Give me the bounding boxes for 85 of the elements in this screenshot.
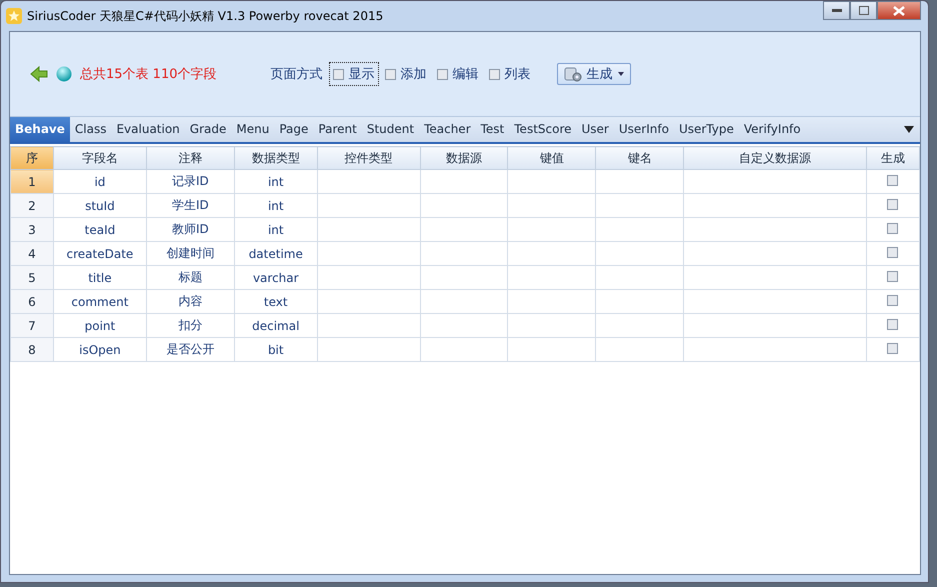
- row-number[interactable]: 6: [10, 290, 54, 314]
- table-cell: 扣分: [146, 314, 234, 338]
- table-cell: 标题: [146, 266, 234, 290]
- table-tab[interactable]: Behave: [10, 117, 70, 142]
- page-mode-label: 页面方式: [270, 66, 322, 83]
- row-number[interactable]: 8: [10, 338, 54, 362]
- table-tab[interactable]: Parent: [313, 117, 362, 142]
- column-header[interactable]: 序: [10, 146, 54, 170]
- close-button[interactable]: [877, 1, 921, 20]
- table-tab[interactable]: Grade: [184, 117, 232, 142]
- table-cell: varchar: [234, 266, 318, 290]
- table-tab[interactable]: Teacher: [419, 117, 476, 142]
- row-number[interactable]: 2: [10, 194, 54, 218]
- table-cell: point: [53, 314, 146, 338]
- table-cell: int: [234, 170, 318, 194]
- column-header[interactable]: 键值: [508, 146, 596, 170]
- window-title: SiriusCoder 天狼星C#代码小妖精 V1.3 Powerby rovecat 2015: [27, 8, 384, 24]
- table-tab[interactable]: Class: [70, 117, 112, 142]
- row-number[interactable]: 4: [10, 242, 54, 266]
- column-header[interactable]: 数据源: [420, 146, 508, 170]
- table-cell: teaId: [53, 218, 146, 242]
- table-cell: 记录ID: [146, 170, 234, 194]
- table-tab[interactable]: Evaluation: [111, 117, 185, 142]
- minimize-button[interactable]: [823, 1, 850, 20]
- column-header[interactable]: 数据类型: [234, 146, 318, 170]
- table-cell: decimal: [234, 314, 318, 338]
- generate-checkbox[interactable]: [887, 222, 898, 234]
- table-cell: text: [234, 290, 318, 314]
- summary-text: 总共15个表 110个字段: [80, 66, 216, 83]
- caret-icon: [618, 72, 624, 76]
- column-header[interactable]: 注释: [146, 146, 234, 170]
- option-checkbox[interactable]: 添加: [380, 62, 430, 86]
- table-cell: isOpen: [53, 338, 146, 362]
- table-cell: datetime: [234, 242, 318, 266]
- column-header[interactable]: 生成: [866, 146, 920, 170]
- table-tab[interactable]: Test: [476, 117, 510, 142]
- table-cell: int: [234, 218, 318, 242]
- row-number[interactable]: 7: [10, 314, 54, 338]
- dropdown-arrow-icon[interactable]: [904, 126, 914, 133]
- row-number[interactable]: 5: [10, 266, 54, 290]
- table-cell: comment: [53, 290, 146, 314]
- generate-checkbox[interactable]: [887, 318, 898, 330]
- generate-checkbox[interactable]: [887, 294, 898, 306]
- close-icon: [893, 6, 905, 16]
- row-number[interactable]: 3: [10, 218, 54, 242]
- table-cell: bit: [234, 338, 318, 362]
- table-cell: 教师ID: [146, 218, 234, 242]
- generate-checkbox[interactable]: [887, 342, 898, 354]
- table-cell: 学生ID: [146, 194, 234, 218]
- generate-button[interactable]: 生成: [556, 63, 630, 85]
- table-cell: 内容: [146, 290, 234, 314]
- table-tab[interactable]: User: [576, 117, 614, 142]
- table-tab[interactable]: Student: [362, 117, 420, 142]
- option-checkbox[interactable]: 编辑: [432, 62, 482, 86]
- table-cell: createDate: [53, 242, 146, 266]
- table-tab[interactable]: UserType: [674, 117, 739, 142]
- table-tab[interactable]: VerifyInfo: [738, 117, 806, 142]
- table-cell: 创建时间: [146, 242, 234, 266]
- generate-checkbox[interactable]: [887, 270, 898, 282]
- column-header[interactable]: 自定义数据源: [684, 146, 866, 170]
- table-cell: 是否公开: [146, 338, 234, 362]
- row-number[interactable]: 1: [10, 170, 54, 194]
- table-tab[interactable]: Menu: [231, 117, 274, 142]
- column-header[interactable]: 字段名: [53, 146, 146, 170]
- table-cell: stuId: [53, 194, 146, 218]
- generate-checkbox[interactable]: [887, 174, 898, 186]
- table-cell: id: [53, 170, 146, 194]
- maximize-button[interactable]: [850, 1, 877, 20]
- minimize-icon: [832, 8, 842, 12]
- table-tab[interactable]: UserInfo: [614, 117, 674, 142]
- table-tab[interactable]: Page: [274, 117, 314, 142]
- table-tab[interactable]: TestScore: [509, 117, 577, 142]
- column-header[interactable]: 控件类型: [317, 146, 420, 170]
- generate-checkbox[interactable]: [887, 246, 898, 258]
- option-checkbox[interactable]: 列表: [484, 62, 534, 86]
- status-orb-icon: [56, 66, 72, 82]
- generate-checkbox[interactable]: [887, 198, 898, 210]
- option-checkbox[interactable]: 显示: [328, 62, 378, 86]
- column-header[interactable]: 键名: [596, 146, 684, 170]
- database-gear-icon: [564, 66, 582, 82]
- maximize-icon: [858, 6, 868, 15]
- back-arrow-icon[interactable]: [30, 66, 48, 82]
- table-cell: int: [234, 194, 318, 218]
- table-cell: title: [53, 266, 146, 290]
- star-icon: [6, 8, 22, 24]
